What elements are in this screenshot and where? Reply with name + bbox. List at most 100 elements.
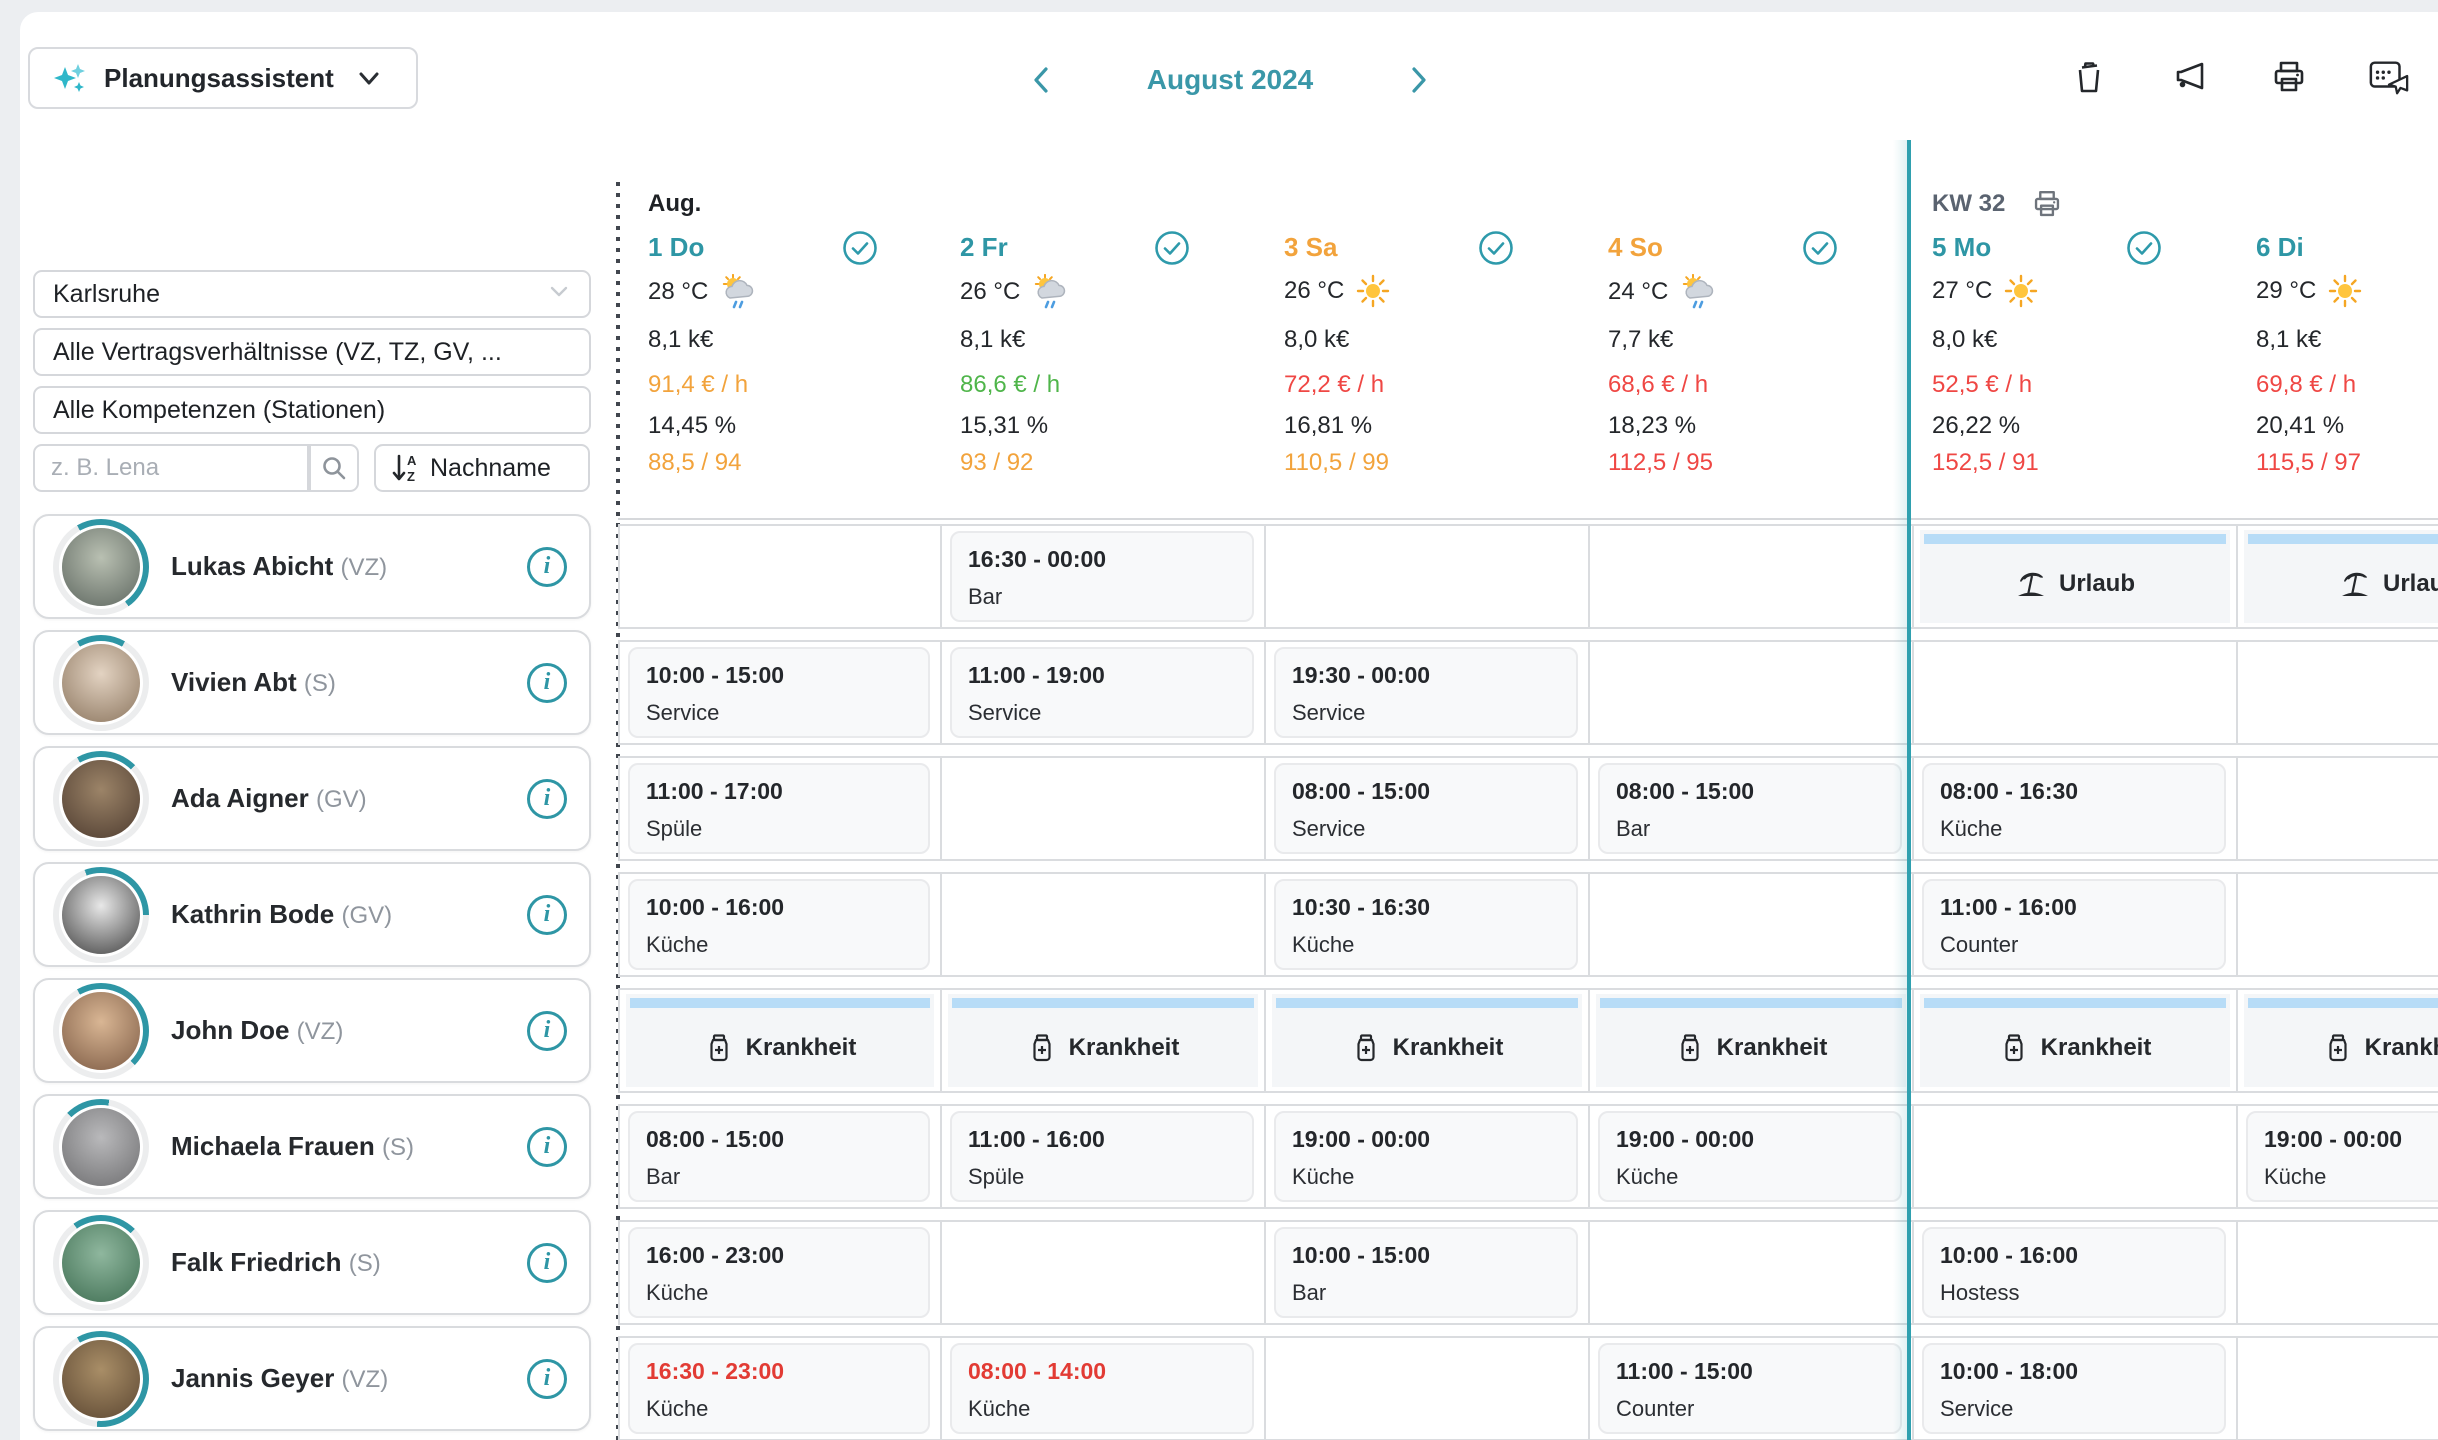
absence-chip[interactable]: Krankheit bbox=[2244, 994, 2438, 1087]
schedule-cell[interactable]: Krankheit bbox=[1914, 988, 2238, 1093]
employee-card[interactable]: Ada Aigner (GV) i bbox=[33, 746, 591, 851]
shift-chip[interactable]: 08:00 - 14:00 Küche bbox=[950, 1343, 1254, 1434]
shift-chip[interactable]: 10:00 - 18:00 Service bbox=[1922, 1343, 2226, 1434]
schedule-cell[interactable]: 11:00 - 16:00 Counter bbox=[1914, 872, 2238, 977]
schedule-cell[interactable]: 16:30 - 00:00 Bar bbox=[942, 524, 1266, 629]
schedule-cell[interactable]: 11:00 - 17:00 Spüle bbox=[618, 756, 942, 861]
employee-info-button[interactable]: i bbox=[527, 1243, 567, 1283]
day-label[interactable]: 2 Fr bbox=[960, 232, 1008, 263]
day-label[interactable]: 5 Mo bbox=[1932, 232, 1991, 263]
employee-card[interactable]: Vivien Abt (S) i bbox=[33, 630, 591, 735]
schedule-cell[interactable]: 10:00 - 15:00 Service bbox=[618, 640, 942, 745]
shift-chip[interactable]: 08:00 - 15:00 Bar bbox=[628, 1111, 930, 1202]
schedule-cell[interactable] bbox=[942, 872, 1266, 977]
shift-chip[interactable]: 10:00 - 15:00 Bar bbox=[1274, 1227, 1578, 1318]
day-check-icon[interactable] bbox=[842, 230, 878, 271]
employee-card[interactable]: Lukas Abicht (VZ) i bbox=[33, 514, 591, 619]
absence-chip[interactable]: Krankheit bbox=[1596, 994, 1906, 1087]
employee-info-button[interactable]: i bbox=[527, 895, 567, 935]
schedule-cell[interactable] bbox=[2238, 756, 2438, 861]
schedule-cell[interactable]: 11:00 - 15:00 Counter bbox=[1590, 1336, 1914, 1440]
shift-chip[interactable]: 11:00 - 16:00 Counter bbox=[1922, 879, 2226, 970]
absence-chip[interactable]: Krankheit bbox=[1920, 994, 2230, 1087]
shift-chip[interactable]: 08:00 - 15:00 Service bbox=[1274, 763, 1578, 854]
employee-card[interactable]: Michaela Frauen (S) i bbox=[33, 1094, 591, 1199]
schedule-cell[interactable]: 19:00 - 00:00 Küche bbox=[1590, 1104, 1914, 1209]
absence-chip[interactable]: Urlaub bbox=[1920, 530, 2230, 623]
schedule-cell[interactable] bbox=[2238, 1220, 2438, 1325]
schedule-cell[interactable] bbox=[2238, 872, 2438, 977]
shift-chip[interactable]: 08:00 - 15:00 Bar bbox=[1598, 763, 1902, 854]
employee-card[interactable]: Falk Friedrich (S) i bbox=[33, 1210, 591, 1315]
schedule-cell[interactable] bbox=[2238, 640, 2438, 745]
employee-info-button[interactable]: i bbox=[527, 547, 567, 587]
employee-card[interactable]: John Doe (VZ) i bbox=[33, 978, 591, 1083]
schedule-cell[interactable] bbox=[2238, 1336, 2438, 1440]
schedule-cell[interactable]: 08:00 - 15:00 Bar bbox=[1590, 756, 1914, 861]
schedule-cell[interactable]: Krankheit bbox=[942, 988, 1266, 1093]
employee-card[interactable]: Kathrin Bode (GV) i bbox=[33, 862, 591, 967]
absence-chip[interactable]: Urlaub bbox=[2244, 530, 2438, 623]
schedule-cell[interactable]: 11:00 - 16:00 Spüle bbox=[942, 1104, 1266, 1209]
day-label[interactable]: 1 Do bbox=[648, 232, 704, 263]
employee-info-button[interactable]: i bbox=[527, 779, 567, 819]
shift-chip[interactable]: 16:00 - 23:00 Küche bbox=[628, 1227, 930, 1318]
shift-chip[interactable]: 10:30 - 16:30 Küche bbox=[1274, 879, 1578, 970]
schedule-cell[interactable] bbox=[1266, 524, 1590, 629]
shift-chip[interactable]: 19:30 - 00:00 Service bbox=[1274, 647, 1578, 738]
schedule-cell[interactable] bbox=[942, 1220, 1266, 1325]
day-label[interactable]: 6 Di bbox=[2256, 232, 2304, 263]
shift-chip[interactable]: 08:00 - 16:30 Küche bbox=[1922, 763, 2226, 854]
day-check-icon[interactable] bbox=[1802, 230, 1838, 271]
schedule-cell[interactable]: 10:00 - 16:00 Küche bbox=[618, 872, 942, 977]
shift-chip[interactable]: 16:30 - 00:00 Bar bbox=[950, 531, 1254, 622]
absence-chip[interactable]: Krankheit bbox=[948, 994, 1258, 1087]
schedule-cell[interactable]: Krankheit bbox=[1266, 988, 1590, 1093]
schedule-cell[interactable]: 19:00 - 00:00 Küche bbox=[1266, 1104, 1590, 1209]
schedule-cell[interactable] bbox=[618, 524, 942, 629]
schedule-cell[interactable]: 19:30 - 00:00 Service bbox=[1266, 640, 1590, 745]
schedule-cell[interactable]: Urlaub bbox=[2238, 524, 2438, 629]
shift-chip[interactable]: 16:30 - 23:00 Küche bbox=[628, 1343, 930, 1434]
schedule-cell[interactable]: Krankheit bbox=[2238, 988, 2438, 1093]
day-check-icon[interactable] bbox=[1478, 230, 1514, 271]
competencies-select[interactable]: Alle Kompetenzen (Stationen) bbox=[33, 386, 591, 434]
employee-info-button[interactable]: i bbox=[527, 1011, 567, 1051]
day-label[interactable]: 3 Sa bbox=[1284, 232, 1338, 263]
shift-chip[interactable]: 11:00 - 19:00 Service bbox=[950, 647, 1254, 738]
schedule-cell[interactable]: 10:00 - 15:00 Bar bbox=[1266, 1220, 1590, 1325]
print-week-icon[interactable] bbox=[2031, 188, 2063, 220]
schedule-cell[interactable] bbox=[1914, 1104, 2238, 1209]
shift-chip[interactable]: 10:00 - 15:00 Service bbox=[628, 647, 930, 738]
employee-info-button[interactable]: i bbox=[527, 1127, 567, 1167]
schedule-cell[interactable] bbox=[1590, 1220, 1914, 1325]
schedule-cell[interactable]: Urlaub bbox=[1914, 524, 2238, 629]
schedule-cell[interactable]: 08:00 - 14:00 Küche bbox=[942, 1336, 1266, 1440]
day-label[interactable]: 4 So bbox=[1608, 232, 1663, 263]
shift-chip[interactable]: 19:00 - 00:00 Küche bbox=[1598, 1111, 1902, 1202]
schedule-cell[interactable]: 08:00 - 16:30 Küche bbox=[1914, 756, 2238, 861]
shift-chip[interactable]: 19:00 - 00:00 Küche bbox=[1274, 1111, 1578, 1202]
shift-chip[interactable]: 11:00 - 16:00 Spüle bbox=[950, 1111, 1254, 1202]
schedule-cell[interactable]: 08:00 - 15:00 Service bbox=[1266, 756, 1590, 861]
schedule-cell[interactable]: 10:00 - 18:00 Service bbox=[1914, 1336, 2238, 1440]
schedule-cell[interactable] bbox=[1590, 524, 1914, 629]
absence-chip[interactable]: Krankheit bbox=[1272, 994, 1582, 1087]
absence-chip[interactable]: Krankheit bbox=[626, 994, 934, 1087]
schedule-cell[interactable]: 16:00 - 23:00 Küche bbox=[618, 1220, 942, 1325]
schedule-cell[interactable]: Krankheit bbox=[1590, 988, 1914, 1093]
shift-chip[interactable]: 19:00 - 00:00 Küche bbox=[2246, 1111, 2438, 1202]
schedule-cell[interactable]: 08:00 - 15:00 Bar bbox=[618, 1104, 942, 1209]
employee-search-input[interactable] bbox=[33, 444, 309, 492]
shift-chip[interactable]: 11:00 - 17:00 Spüle bbox=[628, 763, 930, 854]
shift-chip[interactable]: 10:00 - 16:00 Küche bbox=[628, 879, 930, 970]
shift-chip[interactable]: 11:00 - 15:00 Counter bbox=[1598, 1343, 1902, 1434]
day-check-icon[interactable] bbox=[2126, 230, 2162, 271]
employee-info-button[interactable]: i bbox=[527, 1359, 567, 1399]
planning-assistant-button[interactable]: Planungsassistent bbox=[28, 47, 418, 109]
employee-card[interactable]: Jannis Geyer (VZ) i bbox=[33, 1326, 591, 1431]
schedule-cell[interactable]: 10:30 - 16:30 Küche bbox=[1266, 872, 1590, 977]
schedule-cell[interactable]: 10:00 - 16:00 Hostess bbox=[1914, 1220, 2238, 1325]
schedule-cell[interactable] bbox=[1914, 640, 2238, 745]
schedule-cell[interactable] bbox=[942, 756, 1266, 861]
